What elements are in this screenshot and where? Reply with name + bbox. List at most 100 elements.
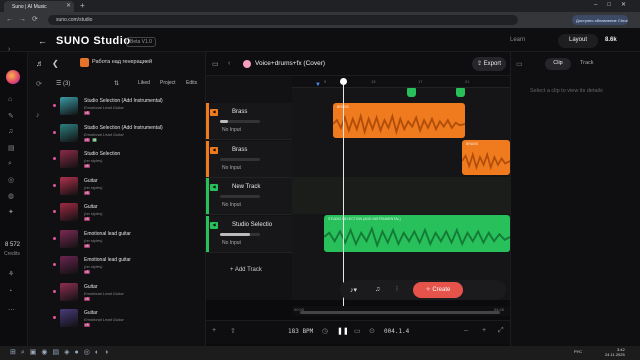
library-item[interactable]: Guitar Emotional Lead Guitar v5 — [53, 282, 202, 309]
song-thumbnail[interactable] — [60, 256, 78, 274]
tool-eq-icon[interactable]: ⫶ — [396, 286, 398, 294]
filter-button[interactable]: ☰ (3) — [56, 80, 70, 87]
learn-link[interactable]: Learn — [510, 37, 525, 43]
song-thumbnail[interactable] — [60, 150, 78, 168]
tab-clip[interactable]: Clip — [545, 58, 571, 70]
clip-brass-1[interactable]: BRASS — [333, 103, 465, 138]
avatar[interactable] — [6, 70, 20, 84]
volume-slider[interactable] — [220, 157, 260, 161]
input-select[interactable]: No Input — [222, 202, 241, 208]
song-thumbnail[interactable] — [60, 203, 78, 221]
studio-icon[interactable]: ♫ — [8, 128, 13, 135]
back-arrow-icon[interactable]: ← — [38, 36, 47, 46]
music-icon[interactable]: ♬ — [36, 59, 44, 68]
song-title[interactable]: Studio Selection (Add Instrumental) — [84, 125, 163, 131]
song-thumbnail[interactable] — [60, 97, 78, 115]
track-header[interactable]: ◀ Brass No Input — [206, 140, 292, 178]
track-name[interactable]: Studio Selectio — [232, 222, 272, 228]
expand-icon[interactable]: › — [8, 46, 10, 53]
bell-icon[interactable]: ◔ — [8, 288, 12, 295]
library-item[interactable]: Emotional lead guitar (no styles) v5 — [53, 256, 202, 282]
scroll-thumb[interactable] — [300, 311, 500, 314]
notifications-icon[interactable]: ✦ — [8, 208, 14, 216]
song-title[interactable]: Guitar — [84, 284, 98, 290]
panel-toggle-icon[interactable]: ▭ — [516, 60, 523, 68]
tab-liked[interactable]: Liked — [138, 80, 150, 86]
tool-instrument-icon[interactable]: ♫ — [375, 286, 380, 293]
song-thumbnail[interactable] — [60, 282, 78, 301]
song-title[interactable]: Guitar — [84, 310, 98, 316]
add-track-button[interactable]: + Add Track — [230, 267, 262, 273]
input-select[interactable]: No Input — [222, 165, 241, 171]
more-icon[interactable]: ⋯ — [8, 306, 15, 314]
track-name[interactable]: Brass — [232, 147, 247, 153]
library-item[interactable]: Guitar (no styles) v5 — [53, 203, 202, 229]
section-marker[interactable] — [407, 88, 416, 97]
panel-toggle-icon[interactable]: ▭ — [212, 60, 219, 68]
volume-slider[interactable] — [220, 232, 260, 236]
song-title[interactable]: Emotional lead guitar — [84, 257, 131, 263]
track-header[interactable]: ◀ Brass No Input — [206, 103, 292, 140]
song-thumbnail[interactable] — [60, 123, 78, 142]
clip-studio-selection[interactable]: STUDIO SELECTION (ADD INSTRUMENTAL) — [324, 215, 510, 252]
url-field[interactable]: suno.com/studio — [48, 15, 518, 25]
song-thumbnail[interactable] — [60, 176, 78, 195]
gift-icon[interactable]: ⚘ — [8, 270, 14, 278]
window-controls[interactable]: –□✕ — [594, 1, 636, 8]
track-name[interactable]: New Track — [232, 184, 260, 190]
tab-edits[interactable]: Edits — [186, 80, 197, 86]
browser-tab[interactable]: Suno | AI Music — [4, 1, 74, 12]
library-item[interactable]: Emotional lead guitar (no styles) v5 — [53, 229, 202, 256]
clock[interactable]: 3:42 24.11.2025 — [605, 347, 625, 357]
song-title[interactable]: Voice+drums+fx (Cover) — [255, 60, 325, 67]
song-thumbnail[interactable] — [60, 229, 78, 248]
collapse-icon[interactable]: ❮ — [52, 59, 59, 68]
song-title[interactable]: Emotional lead guitar — [84, 231, 131, 237]
song-title[interactable]: Studio Selection (Add Instrumental) — [84, 98, 163, 104]
create-button[interactable]: ✧ Create — [413, 282, 463, 298]
search-icon[interactable]: ⌕ — [8, 160, 12, 168]
song-thumbnail[interactable] — [60, 309, 78, 327]
library-item[interactable]: Studio Selection (Add Instrumental) Emoti… — [53, 97, 202, 123]
close-icon[interactable]: ✕ — [66, 2, 71, 9]
layout-button[interactable]: Layout — [558, 34, 598, 48]
explore-icon[interactable]: ◎ — [8, 176, 14, 184]
create-icon[interactable]: ✎ — [8, 112, 14, 120]
fit-icon[interactable]: ⤢ — [498, 327, 504, 335]
input-select[interactable]: No Input — [222, 127, 241, 133]
update-chrome-button[interactable]: Доступно обновление Chrome — [572, 15, 628, 25]
loop-start-icon[interactable]: ▼ — [315, 82, 321, 88]
tab-project[interactable]: Project — [160, 80, 176, 86]
input-select[interactable]: No Input — [222, 240, 241, 246]
new-tab-icon[interactable]: + — [80, 1, 85, 10]
loop-icon[interactable]: ▭ — [354, 327, 361, 335]
library-item[interactable]: Guitar (no styles) v5 — [53, 176, 202, 203]
track-header[interactable]: ◀ New Track No Input — [206, 178, 292, 215]
language-indicator[interactable]: РУС — [574, 349, 582, 354]
tab-track[interactable]: Track — [580, 60, 594, 66]
track-name[interactable]: Brass — [232, 109, 247, 115]
zoom-in-icon[interactable]: + — [482, 327, 486, 334]
section-marker[interactable] — [456, 88, 465, 97]
nav-buttons[interactable]: ←→⟳ — [6, 15, 44, 23]
taskbar-icons[interactable]: ⊞⌕▣◉▤◈●◎◐◑ — [10, 348, 113, 357]
volume-slider[interactable] — [220, 195, 260, 198]
lane-new-track[interactable] — [292, 177, 510, 214]
playhead[interactable] — [343, 80, 344, 314]
mute-icon[interactable]: ◀ — [210, 221, 218, 229]
volume-slider[interactable] — [220, 120, 260, 123]
playhead-handle[interactable] — [340, 78, 347, 85]
home-icon[interactable]: ⌂ — [8, 96, 12, 103]
add-icon[interactable]: + — [212, 327, 216, 334]
mute-icon[interactable]: ◀ — [210, 184, 218, 191]
song-title[interactable]: Guitar — [84, 204, 98, 210]
bpm-display[interactable]: 183 BPM — [288, 328, 313, 335]
track-header[interactable]: ◀ Studio Selectio No Input — [206, 215, 292, 253]
refresh-icon[interactable]: ⟳ — [36, 80, 42, 88]
zoom-out-icon[interactable]: – — [464, 327, 468, 334]
hooks-icon[interactable]: ◍ — [8, 192, 14, 200]
library-item[interactable]: Studio Selection (Add Instrumental) Emoti… — [53, 123, 202, 150]
library-item[interactable]: Guitar Emotional Lead Guitar v5 — [53, 309, 202, 335]
mute-icon[interactable]: ◀ — [210, 109, 218, 116]
import-icon[interactable]: ⇧ — [230, 327, 236, 335]
